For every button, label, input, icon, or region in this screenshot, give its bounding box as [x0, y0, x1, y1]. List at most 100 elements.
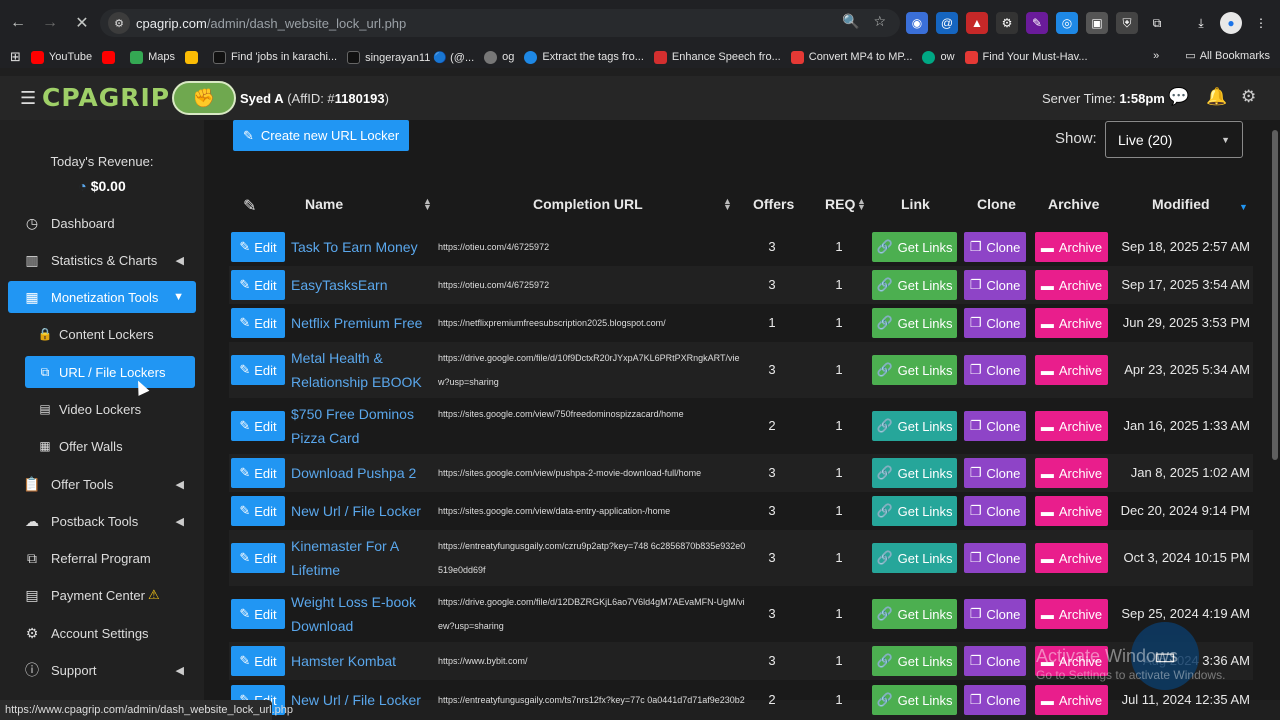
bookmark-must-have[interactable]: Find Your Must-Hav... [964, 50, 1088, 64]
locker-name-link[interactable]: Task To Earn Money [291, 235, 431, 259]
edit-button[interactable]: ✎Edit [231, 646, 285, 676]
extension-icon[interactable]: ◉ [906, 12, 928, 34]
locker-name-link[interactable]: Kinemaster For A Lifetime [291, 534, 431, 582]
chat-icon[interactable]: 💬 [1168, 87, 1189, 107]
archive-button[interactable]: ▬ Archive [1035, 496, 1108, 526]
edit-button[interactable]: ✎Edit [231, 270, 285, 300]
locker-name-link[interactable]: Weight Loss E-book Download [291, 590, 431, 638]
sidebar-item-offer-walls[interactable]: ▦ Offer Walls [25, 430, 195, 462]
bookmark-youtube-icon[interactable] [102, 50, 120, 64]
address-bar[interactable]: ⚙ cpagrip.com/admin/dash_website_lock_ur… [100, 9, 900, 37]
archive-button[interactable]: ▬ Archive [1035, 458, 1108, 488]
archive-button[interactable]: ▬ Archive [1035, 232, 1108, 262]
back-icon[interactable]: ← [4, 9, 32, 37]
sidebar-item-monetization-tools[interactable]: ▦ Monetization Tools ▼ [8, 281, 196, 313]
zoom-icon[interactable]: 🔍 [842, 13, 859, 30]
sidebar-item-video-lockers[interactable]: ▤ Video Lockers [25, 393, 195, 425]
forward-icon[interactable]: → [36, 9, 64, 37]
bookmark-extract-tags[interactable]: Extract the tags fro... [524, 50, 644, 64]
site-info-icon[interactable]: ⚙ [108, 12, 130, 34]
sidebar-item-content-lockers[interactable]: 🔒 Content Lockers [25, 318, 195, 350]
clone-button[interactable]: ❐ Clone [964, 355, 1026, 385]
archive-button[interactable]: ▬ Archive [1035, 599, 1108, 629]
get-links-button[interactable]: 🔗 Get Links [872, 543, 957, 573]
locker-name-link[interactable]: Metal Health & Relationship EBOOK [291, 346, 431, 394]
clone-button[interactable]: ❐ Clone [964, 543, 1026, 573]
get-links-button[interactable]: 🔗 Get Links [872, 646, 957, 676]
get-links-button[interactable]: 🔗 Get Links [872, 685, 957, 715]
shield-icon[interactable]: ⛨ [1116, 12, 1138, 34]
col-name[interactable]: Name [305, 196, 343, 212]
sidebar-item-statistics[interactable]: ▥ Statistics & Charts ◀ [8, 244, 196, 276]
clone-button[interactable]: ❐ Clone [964, 270, 1026, 300]
bookmark-convert-mp4[interactable]: Convert MP4 to MP... [790, 50, 912, 64]
archive-button[interactable]: ▬ Archive [1035, 270, 1108, 300]
sidebar-item-postback-tools[interactable]: ☁ Postback Tools ◀ [8, 505, 196, 537]
menu-kebab-icon[interactable]: ⋮ [1250, 12, 1272, 34]
show-filter-select[interactable]: Live (20) ▼ [1105, 121, 1243, 158]
extension-icon[interactable]: ◎ [1056, 12, 1078, 34]
clone-button[interactable]: ❐ Clone [964, 308, 1026, 338]
sidebar-item-dashboard[interactable]: ◷ Dashboard [8, 207, 196, 239]
create-url-locker-button[interactable]: ✎ Create new URL Locker [233, 120, 410, 151]
bookmark-maps[interactable]: Maps [130, 50, 175, 64]
get-links-button[interactable]: 🔗 Get Links [872, 458, 957, 488]
clone-button[interactable]: ❐ Clone [964, 685, 1026, 715]
sidebar-item-account-settings[interactable]: ⚙ Account Settings [8, 617, 196, 649]
archive-button[interactable]: ▬ Archive [1035, 411, 1108, 441]
bookmark-colorful-icon[interactable] [185, 50, 203, 64]
sidebar-item-support[interactable]: ⓘ Support ◀ [8, 654, 196, 686]
edit-button[interactable]: ✎Edit [231, 411, 285, 441]
bookmark-enhance-speech[interactable]: Enhance Speech fro... [653, 50, 781, 64]
clone-button[interactable]: ❐ Clone [964, 458, 1026, 488]
hamburger-menu-icon[interactable]: ☰ [20, 88, 36, 109]
col-completion-url[interactable]: Completion URL [533, 196, 643, 212]
get-links-button[interactable]: 🔗 Get Links [872, 496, 957, 526]
locker-name-link[interactable]: EasyTasksEarn [291, 273, 431, 297]
bookmark-youtube[interactable]: YouTube [30, 50, 92, 64]
edit-button[interactable]: ✎Edit [231, 496, 285, 526]
archive-button[interactable]: ▬ Archive [1035, 685, 1108, 715]
gear-icon[interactable]: ⚙ [1241, 87, 1256, 107]
locker-name-link[interactable]: Netflix Premium Free [291, 311, 431, 335]
clone-button[interactable]: ❐ Clone [964, 411, 1026, 441]
sort-icon[interactable]: ▲ ▼ [423, 197, 432, 212]
clone-button[interactable]: ❐ Clone [964, 232, 1026, 262]
apps-grid-icon[interactable]: ⊞ [10, 49, 21, 65]
locker-name-link[interactable]: New Url / File Locker [291, 688, 431, 712]
cpagrip-logo[interactable]: CPAGRIP [42, 83, 170, 112]
edit-button[interactable]: ✎Edit [231, 599, 285, 629]
locker-name-link[interactable]: New Url / File Locker [291, 499, 431, 523]
bookmark-ow[interactable]: ow [922, 50, 955, 64]
get-links-button[interactable]: 🔗 Get Links [872, 411, 957, 441]
edit-button[interactable]: ✎Edit [231, 355, 285, 385]
extension-icon[interactable]: ⚙ [996, 12, 1018, 34]
page-scrollbar[interactable] [1270, 120, 1280, 700]
get-links-button[interactable]: 🔗 Get Links [872, 599, 957, 629]
all-bookmarks[interactable]: All Bookmarks [1200, 50, 1270, 62]
bookmark-star-icon[interactable]: ☆ [873, 13, 886, 30]
bookmark-og[interactable]: og [484, 50, 514, 64]
sidebar-item-url-file-lockers[interactable]: ⧉ URL / File Lockers [25, 356, 195, 388]
locker-name-link[interactable]: Download Pushpa 2 [291, 461, 431, 485]
locker-name-link[interactable]: $750 Free Dominos Pizza Card [291, 402, 431, 450]
edit-button[interactable]: ✎Edit [231, 543, 285, 573]
get-links-button[interactable]: 🔗 Get Links [872, 355, 957, 385]
stop-icon[interactable]: ✕ [68, 9, 96, 37]
sort-desc-icon[interactable]: ▼ [1239, 203, 1248, 212]
bookmark-tiktok-singer[interactable]: singerayan11 🔵 (@... [347, 50, 474, 64]
get-links-button[interactable]: 🔗 Get Links [872, 232, 957, 262]
extension-icon[interactable]: @ [936, 12, 958, 34]
more-bookmarks-icon[interactable]: » [1153, 50, 1159, 62]
bell-icon[interactable]: 🔔 [1206, 87, 1227, 107]
profile-avatar[interactable]: ● [1220, 12, 1242, 34]
col-modified[interactable]: Modified [1152, 196, 1210, 212]
clone-button[interactable]: ❐ Clone [964, 646, 1026, 676]
extensions-puzzle-icon[interactable]: ⧉ [1146, 12, 1168, 34]
get-links-button[interactable]: 🔗 Get Links [872, 308, 957, 338]
col-offers[interactable]: Offers [753, 196, 794, 212]
archive-button[interactable]: ▬ Archive [1035, 543, 1108, 573]
clone-button[interactable]: ❐ Clone [964, 599, 1026, 629]
sidebar-item-payment-center[interactable]: ▤ Payment Center ⚠ [8, 579, 196, 611]
download-icon[interactable]: ⤓ [1190, 12, 1212, 34]
